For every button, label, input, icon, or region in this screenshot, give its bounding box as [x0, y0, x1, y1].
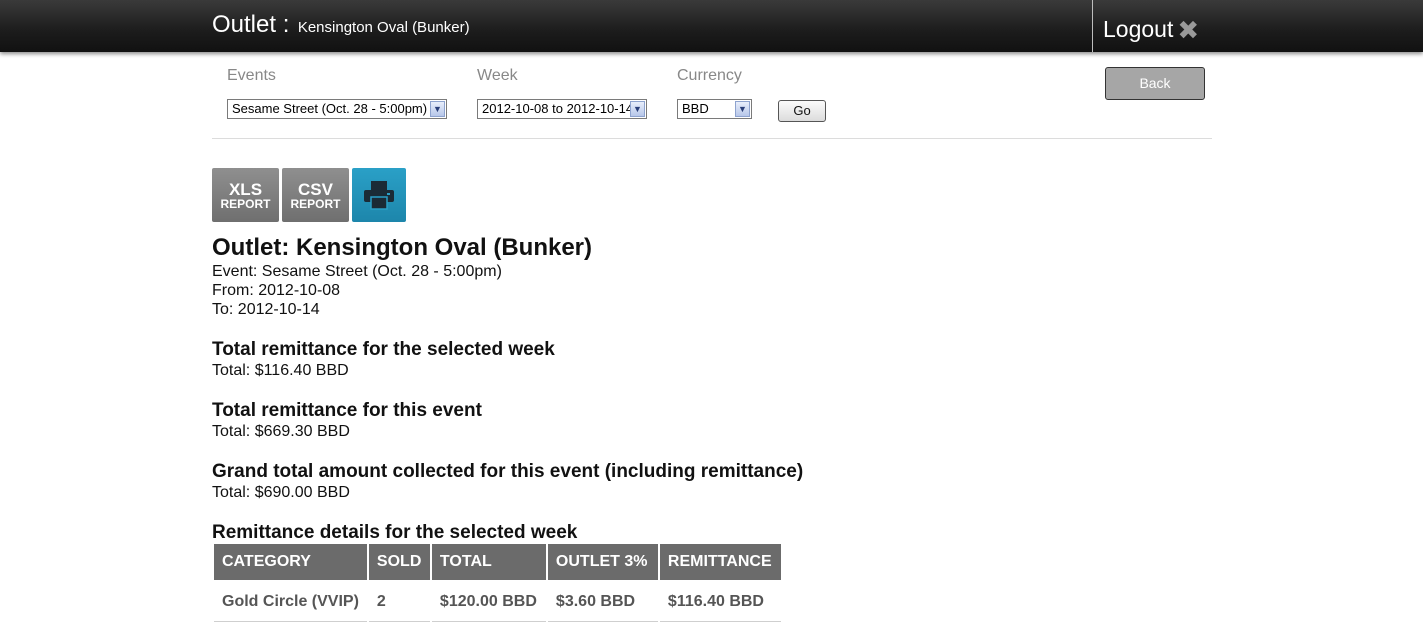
week-remittance-total: Total: $116.40 BBD	[212, 362, 349, 379]
logout-button[interactable]: Logout ✖	[1103, 16, 1199, 43]
report-title: Outlet: Kensington Oval (Bunker)	[212, 234, 593, 261]
table-header-cell: SOLD	[368, 544, 430, 582]
grand-total-value: Total: $690.00 BBD	[212, 484, 350, 501]
back-button[interactable]: Back	[1105, 67, 1205, 100]
events-select-value: Sesame Street (Oct. 28 - 5:00pm)	[232, 101, 428, 116]
currency-select[interactable]: BBD ▼	[677, 99, 752, 119]
details-heading: Remittance details for the selected week	[212, 522, 578, 543]
table-cell: $116.40 BBD	[659, 582, 781, 622]
divider	[212, 138, 1212, 139]
csv-label: CSV	[298, 180, 333, 199]
logout-label: Logout	[1103, 16, 1174, 42]
events-label: Events	[227, 67, 276, 84]
week-remittance-heading: Total remittance for the selected week	[212, 339, 555, 360]
week-label: Week	[477, 67, 518, 84]
go-button[interactable]: Go	[778, 100, 826, 122]
print-button[interactable]	[352, 168, 406, 222]
chevron-down-icon: ▼	[630, 101, 645, 117]
top-bar: Outlet : Kensington Oval (Bunker) Logout…	[0, 0, 1423, 52]
event-remittance-heading: Total remittance for this event	[212, 400, 482, 421]
remittance-table: CATEGORY SOLD TOTAL OUTLET 3% REMITTANCE…	[212, 544, 783, 622]
chevron-down-icon: ▼	[430, 101, 445, 117]
report-from-line: From: 2012-10-08	[212, 282, 341, 299]
currency-select-value: BBD	[682, 101, 709, 116]
table-cell: $120.00 BBD	[431, 582, 546, 622]
xls-label: XLS	[228, 180, 263, 199]
event-remittance-total: Total: $669.30 BBD	[212, 423, 350, 440]
table-cell: Gold Circle (VVIP)	[214, 582, 367, 622]
grand-total-heading: Grand total amount collected for this ev…	[212, 461, 804, 482]
chevron-down-icon: ▼	[735, 101, 750, 117]
table-cell: $3.60 BBD	[547, 582, 658, 622]
table-header-cell: REMITTANCE	[659, 544, 781, 582]
report-to-line: To: 2012-10-14	[212, 301, 320, 318]
week-select[interactable]: 2012-10-08 to 2012-10-14 ▼	[477, 99, 647, 119]
table-header-cell: TOTAL	[431, 544, 546, 582]
table-header-row: CATEGORY SOLD TOTAL OUTLET 3% REMITTANCE	[214, 544, 781, 582]
currency-label: Currency	[677, 67, 742, 84]
events-select[interactable]: Sesame Street (Oct. 28 - 5:00pm) ▼	[227, 99, 447, 119]
outlet-name: Kensington Oval (Bunker)	[297, 19, 470, 36]
report-event-line: Event: Sesame Street (Oct. 28 - 5:00pm)	[212, 263, 502, 280]
table-cell: 2	[368, 582, 430, 622]
outlet-label: Outlet :	[212, 11, 290, 38]
week-select-value: 2012-10-08 to 2012-10-14	[482, 101, 634, 116]
table-header-cell: CATEGORY	[214, 544, 367, 582]
xls-sublabel: REPORT	[220, 197, 271, 211]
header-divider	[1092, 0, 1093, 52]
table-header-cell: OUTLET 3%	[547, 544, 658, 582]
xls-report-button[interactable]: XLS REPORT	[212, 168, 279, 222]
csv-report-button[interactable]: CSV REPORT	[282, 168, 349, 222]
close-x-icon: ✖	[1177, 14, 1200, 45]
table-row: Gold Circle (VVIP) 2 $120.00 BBD $3.60 B…	[214, 582, 781, 622]
csv-sublabel: REPORT	[290, 197, 341, 211]
outlet-title: Outlet : Kensington Oval (Bunker)	[212, 11, 470, 39]
printer-icon	[364, 181, 394, 210]
